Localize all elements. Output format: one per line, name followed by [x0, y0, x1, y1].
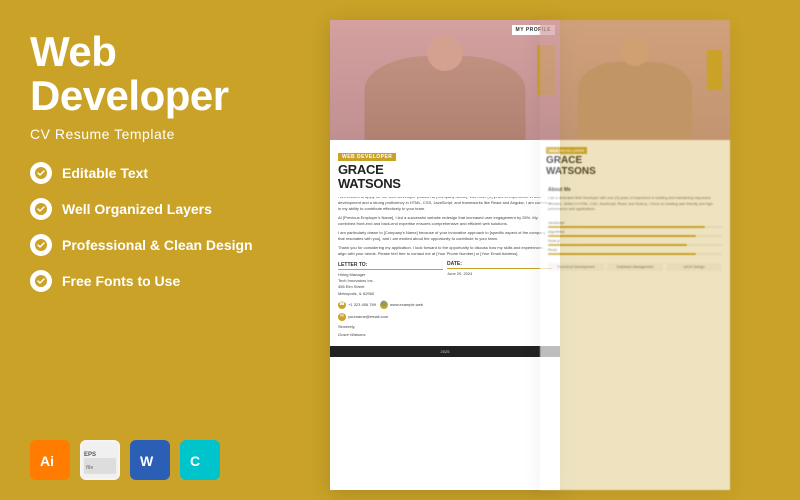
contact-email2: ✉ yourname@email.com: [338, 313, 388, 321]
skill-fill-1: [548, 226, 705, 228]
check-icon-2: [30, 198, 52, 220]
cover-letter: Dear Hiring Manager, I am excited to app…: [330, 175, 560, 346]
contact-phone: ☎ +1 323 456 789: [338, 301, 376, 309]
feature-item-2: Well Organized Layers: [30, 198, 280, 220]
feature-text-1: Editable Text: [62, 165, 148, 181]
last-name: WATSONS: [338, 176, 401, 191]
footer-year: 2025: [441, 349, 450, 354]
skill-fill-2: [548, 235, 696, 237]
resume-card-secondary: WEB DEVELOPER GRACE WATSONS About Me I a…: [540, 20, 730, 490]
svg-text:C: C: [190, 453, 200, 469]
feature-item-3: Professional & Clean Design: [30, 234, 280, 256]
canva-icon: C: [180, 440, 220, 480]
email-icon: ✉: [338, 313, 346, 321]
contact-row: ☎ +1 323 456 789 🌐 www.example.web: [338, 301, 552, 309]
skill-track-4: [548, 253, 722, 255]
svg-text:Ai: Ai: [40, 453, 54, 469]
word-icon: W: [130, 440, 170, 480]
r2-person-silhouette: [540, 20, 730, 140]
check-icon-1: [30, 162, 52, 184]
feature-item-4: Free Fonts to Use: [30, 270, 280, 292]
closing: Sincerely,: [338, 324, 552, 330]
person-silhouette: [330, 20, 560, 140]
name-section: WEB DEVELOPER GRACE WATSONS: [330, 140, 560, 197]
skill-track-2: [548, 235, 722, 237]
contact-row-2: ✉ yourname@email.com: [338, 313, 552, 321]
job-title-badge: WEB DEVELOPER: [338, 153, 396, 161]
subtitle: CV Resume Template: [30, 126, 280, 142]
skill-item-3: UI/UX Design: [666, 263, 722, 271]
eps-icon: EPS file: [80, 440, 120, 480]
contact-email: 🌐 www.example.web: [380, 301, 423, 309]
cover-letter-body-3: I am particularly drawn to [Company's Na…: [338, 230, 552, 242]
left-panel: Web Developer CV Resume Template Editabl…: [0, 0, 310, 500]
skill-label-3: Node.js: [548, 239, 722, 243]
r2-skills-grid: Front-End Development Database Managemen…: [540, 260, 730, 274]
phone-text: +1 323 456 789: [348, 302, 376, 308]
letter-info-grid: LETTER TO: Hiring Manager Tech Innovator…: [338, 261, 552, 298]
resume-card-main: MY PROFILE WEB DEVELOPER GRACE WATSONS D…: [330, 20, 560, 490]
main-container: Web Developer CV Resume Template Editabl…: [0, 0, 800, 500]
feature-item-1: Editable Text: [30, 162, 280, 184]
skill-item-1: Front-End Development: [548, 263, 604, 271]
skill-item-2: Database Management: [607, 263, 663, 271]
date-label: DATE:: [447, 261, 552, 270]
letter-to-box: LETTER TO: Hiring Manager Tech Innovator…: [338, 261, 443, 298]
skill-label-1: JavaScript: [548, 221, 722, 225]
date-value: June 20, 2024: [447, 271, 552, 277]
skill-track-3: [548, 244, 722, 246]
r2-first-name: GRACE: [546, 155, 582, 166]
skill-label-2: Algorithms: [548, 230, 722, 234]
svg-text:EPS: EPS: [84, 452, 96, 458]
cover-letter-body-4: Thank you for considering my application…: [338, 245, 552, 257]
cover-letter-body-2: At [Previous Employer's Name], I led a s…: [338, 215, 552, 227]
letter-to-city: Metropolis, IL 62960: [338, 291, 443, 297]
skill-track-1: [548, 226, 722, 228]
svg-text:W: W: [140, 453, 154, 469]
title-section: Web Developer CV Resume Template Editabl…: [30, 30, 280, 292]
r2-text-block: About Me I am a dedicated Web Developer …: [540, 181, 730, 218]
feature-text-2: Well Organized Layers: [62, 201, 212, 217]
email-text: www.example.web: [390, 302, 423, 308]
phone-icon: ☎: [338, 301, 346, 309]
r2-title-badge: WEB DEVELOPER: [546, 147, 587, 154]
r2-text-content: I am a dedicated Web Developer with over…: [548, 196, 722, 213]
resume-photo: [330, 20, 560, 140]
signature: Grace Watsons: [338, 332, 552, 338]
r2-text-heading: About Me: [548, 186, 722, 194]
person-name: GRACE WATSONS: [338, 163, 552, 192]
date-box: DATE: June 20, 2024: [447, 261, 552, 298]
skill-label-4: React: [548, 248, 722, 252]
resume-footer: 2025: [330, 346, 560, 357]
web-icon: 🌐: [380, 301, 388, 309]
first-name: GRACE: [338, 162, 383, 177]
check-icon-4: [30, 270, 52, 292]
r2-skills: JavaScript Algorithms Node.js React: [540, 218, 730, 260]
resume-header-2: [540, 20, 730, 140]
feature-text-3: Professional & Clean Design: [62, 237, 253, 253]
email2-text: yourname@email.com: [348, 314, 388, 320]
letter-to-label: LETTER TO:: [338, 261, 443, 270]
features-list: Editable Text Well Organized Layers: [30, 162, 280, 292]
main-title: Web Developer: [30, 30, 280, 118]
r2-yellow-accent: [707, 50, 722, 90]
svg-text:file: file: [86, 465, 93, 471]
skill-fill-4: [548, 253, 696, 255]
sign-section: Sincerely, Grace Watsons: [338, 324, 552, 338]
ai-icon: Ai: [30, 440, 70, 480]
right-panel: MY PROFILE WEB DEVELOPER GRACE WATSONS D…: [310, 0, 800, 500]
r2-name-section: WEB DEVELOPER GRACE WATSONS: [540, 140, 730, 181]
resume-header: MY PROFILE WEB DEVELOPER GRACE WATSONS: [330, 20, 560, 175]
check-icon-3: [30, 234, 52, 256]
feature-text-4: Free Fonts to Use: [62, 273, 180, 289]
software-icons: Ai EPS file W C: [30, 440, 280, 480]
skill-fill-3: [548, 244, 687, 246]
r2-last-name: WATSONS: [546, 166, 596, 177]
